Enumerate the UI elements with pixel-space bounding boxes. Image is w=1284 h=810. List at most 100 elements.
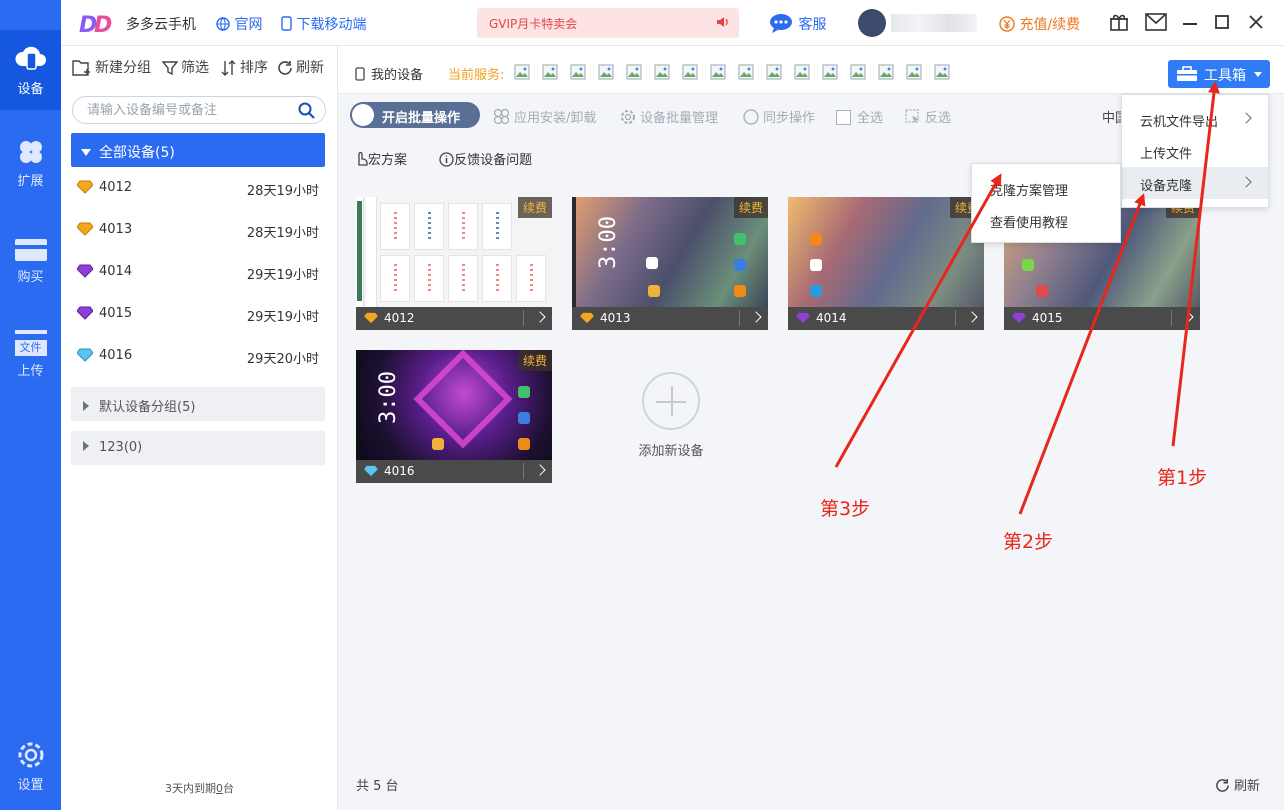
refresh-button[interactable]: 刷新 — [277, 57, 324, 77]
bottom-refresh-button[interactable]: 刷新 — [1215, 775, 1260, 794]
device-id: 4013 — [99, 222, 133, 237]
select-all-checkbox[interactable]: 全选 — [836, 107, 883, 126]
new-group-button[interactable]: 新建分组 — [72, 57, 151, 77]
group-all-devices[interactable]: 全部设备(5) — [71, 133, 325, 167]
renew-badge[interactable]: 续费 — [517, 197, 552, 218]
invert-selection-button[interactable]: 反选 — [905, 107, 951, 126]
minimize-icon[interactable] — [1183, 22, 1197, 26]
macro-plan-button[interactable]: 宏方案 — [354, 151, 425, 168]
annotation-step-2: 第2步 — [1003, 531, 1054, 553]
service-image-placeholder-icon — [794, 64, 810, 80]
add-device-button[interactable]: 添加新设备 — [636, 372, 706, 459]
chevron-down-icon — [1254, 72, 1262, 77]
search-input[interactable] — [87, 101, 287, 119]
device-id: 4014 — [99, 264, 133, 279]
search-icon[interactable] — [298, 102, 315, 119]
device-card[interactable]: 3:00 续费 4016 — [356, 350, 552, 483]
device-card-footer: 4014 — [788, 307, 984, 330]
customer-service-button[interactable]: 客服 — [768, 12, 826, 34]
feedback-button[interactable]: 反馈设备问题 — [439, 152, 546, 168]
device-remaining-time: 28天19小时 — [246, 184, 319, 199]
menu-item-upload-file[interactable]: 上传文件 — [1122, 135, 1268, 167]
device-card[interactable]: 续费 4014 — [788, 197, 984, 330]
group-123[interactable]: 123(0) — [71, 431, 325, 465]
menu-item-export-files[interactable]: 云机文件导出 — [1122, 103, 1268, 135]
close-icon[interactable] — [1249, 15, 1263, 29]
screen-clock: 3:00 — [376, 371, 401, 424]
service-image-placeholder-icon — [738, 64, 754, 80]
invert-selection-label: 反选 — [925, 111, 952, 126]
toggle-knob — [352, 104, 374, 126]
toolbox-label: 工具箱 — [1204, 68, 1246, 84]
recharge-label: 充值/续费 — [1019, 17, 1081, 33]
app-install-button[interactable]: 应用安装/卸载 — [493, 107, 596, 126]
rail-item-buy[interactable]: 购买 — [0, 238, 61, 298]
gold-gem-icon — [77, 180, 93, 194]
recharge-button[interactable]: 充值/续费 — [999, 14, 1080, 34]
group-123-label: 123(0) — [99, 440, 143, 455]
app-logo: D D — [79, 13, 112, 36]
card-device-id: 4014 — [816, 311, 847, 325]
device-row[interactable]: 4013 28天19小时 — [71, 215, 325, 245]
chevron-right-icon[interactable] — [1182, 311, 1194, 323]
toolbox-menu: 云机文件导出 上传文件 设备克隆 — [1121, 94, 1269, 208]
device-row[interactable]: 4016 29天20小时 — [71, 341, 325, 371]
macro-plan-label: 宏方案 — [368, 153, 408, 168]
toolbox-button[interactable]: 工具箱 — [1168, 60, 1270, 88]
rail-item-settings[interactable]: 设置 — [0, 740, 61, 800]
renew-badge[interactable]: 续费 — [733, 197, 768, 218]
menu-item-tutorial[interactable]: 查看使用教程 — [972, 204, 1120, 236]
device-card[interactable]: 续费 4012 — [356, 197, 552, 330]
purple-gem-icon — [1012, 312, 1026, 324]
device-row[interactable]: 4014 29天19小时 — [71, 257, 325, 287]
batch-toggle-label: 开启批量操作 — [382, 111, 461, 126]
group-default[interactable]: 默认设备分组(5) — [71, 387, 325, 421]
expiring-count[interactable]: 0 — [216, 782, 223, 795]
refresh-icon — [278, 61, 292, 75]
menu-item-clone-plan-manage[interactable]: 克隆方案管理 — [972, 172, 1120, 204]
gift-icon[interactable] — [1109, 12, 1129, 32]
chevron-right-icon[interactable] — [534, 464, 546, 476]
batch-manage-label: 设备批量管理 — [640, 111, 719, 126]
chevron-right-icon[interactable] — [750, 311, 762, 323]
card-device-id: 4012 — [384, 311, 415, 325]
renew-badge[interactable]: 续费 — [517, 350, 552, 371]
screen-clock: 3:00 — [596, 216, 621, 269]
device-row[interactable]: 4015 29天19小时 — [71, 299, 325, 329]
invert-select-icon — [905, 109, 919, 123]
promo-banner[interactable]: GVIP月卡特卖会 — [477, 8, 739, 38]
batch-manage-button[interactable]: 设备批量管理 — [620, 107, 718, 126]
maximize-icon[interactable] — [1215, 15, 1229, 29]
menu-item-device-clone[interactable]: 设备克隆 — [1122, 167, 1268, 199]
expand-right-icon — [83, 401, 89, 411]
menu-item-clone-label: 设备克隆 — [1140, 179, 1193, 194]
sort-button[interactable]: 排序 — [221, 57, 268, 77]
mail-icon[interactable] — [1145, 13, 1167, 31]
download-mobile-link[interactable]: 下载移动端 — [281, 14, 366, 34]
chevron-right-icon[interactable] — [534, 311, 546, 323]
info-icon — [439, 152, 454, 167]
device-remaining-time: 28天19小时 — [246, 226, 319, 241]
filter-button[interactable]: 筛选 — [162, 57, 209, 77]
device-card[interactable]: 3:00 续费 4013 — [572, 197, 768, 330]
bottom-refresh-label: 刷新 — [1233, 779, 1260, 794]
avatar[interactable] — [858, 9, 886, 37]
device-total: 共 5 台 — [356, 779, 399, 794]
tutorial-label: 查看使用教程 — [990, 216, 1069, 231]
rail-item-extend[interactable]: 扩展 — [0, 138, 61, 198]
service-image-placeholder-icon — [934, 64, 950, 80]
website-link[interactable]: 官网 — [216, 14, 262, 34]
rail-item-devices[interactable]: 设备 — [0, 30, 61, 110]
rail-item-upload[interactable]: 文件 上传 — [0, 330, 61, 390]
sync-operation-button[interactable]: 同步操作 — [743, 107, 815, 126]
device-row[interactable]: 4012 28天19小时 — [71, 173, 325, 203]
select-all-label: 全选 — [857, 111, 884, 126]
device-remaining-time: 29天20小时 — [246, 352, 319, 367]
gold-gem-icon — [580, 312, 594, 324]
menu-item-upload-label: 上传文件 — [1140, 147, 1193, 162]
service-image-placeholder-icon — [654, 64, 670, 80]
feedback-label: 反馈设备问题 — [454, 153, 533, 168]
device-screen-thumbnail: 续费 — [356, 197, 552, 307]
chevron-right-icon[interactable] — [966, 311, 978, 323]
batch-operation-toggle[interactable]: 开启批量操作 — [350, 102, 480, 128]
